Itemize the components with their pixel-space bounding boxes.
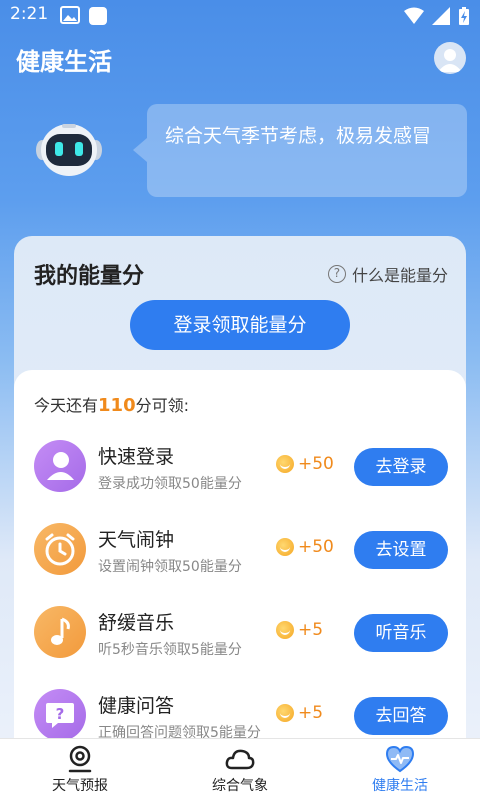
heart-pulse-icon bbox=[385, 745, 415, 773]
status-bar: 2:21 bbox=[0, 0, 480, 32]
status-notification-icons bbox=[60, 6, 108, 26]
remain-text: 今天还有110分可领: bbox=[34, 392, 189, 416]
energy-title: 我的能量分 bbox=[34, 264, 145, 289]
question-bubble-icon: ? bbox=[46, 703, 74, 728]
wifi-icon bbox=[404, 7, 424, 24]
energy-help-label: 什么是能量分 bbox=[351, 266, 448, 285]
remain-value: 110 bbox=[98, 395, 136, 416]
task-reward-value: +5 bbox=[298, 620, 324, 640]
nav-label: 综合气象 bbox=[212, 778, 268, 794]
cloud-icon bbox=[225, 749, 255, 770]
task-button-quiz[interactable]: 去回答 bbox=[354, 697, 448, 735]
task-button-music[interactable]: 听音乐 bbox=[354, 614, 448, 652]
image-icon bbox=[60, 6, 80, 24]
remain-suffix: 分可领: bbox=[135, 396, 189, 415]
task-item-login: 快速登录 登录成功领取50能量分 +50 去登录 bbox=[14, 440, 466, 512]
robot-mascot bbox=[34, 120, 104, 180]
task-icon-bg: ? bbox=[34, 689, 86, 741]
task-name: 天气闹钟 bbox=[98, 529, 175, 551]
bottom-nav: 天气预报 综合气象 健康生活 bbox=[0, 738, 480, 800]
coin-icon bbox=[276, 621, 294, 639]
battery-icon bbox=[459, 7, 469, 25]
header: 健康生活 bbox=[0, 38, 480, 82]
signal-icon bbox=[432, 7, 450, 25]
svg-text:?: ? bbox=[56, 705, 65, 723]
task-desc: 设置闹钟领取50能量分 bbox=[98, 559, 242, 575]
coin-icon bbox=[276, 704, 294, 722]
task-name: 快速登录 bbox=[98, 446, 175, 468]
task-reward-value: +50 bbox=[298, 454, 334, 474]
nav-item-healthy-life[interactable]: 健康生活 bbox=[320, 739, 480, 800]
task-icon-bg bbox=[34, 523, 86, 575]
task-desc: 登录成功领取50能量分 bbox=[98, 476, 242, 492]
nav-label: 天气预报 bbox=[52, 778, 108, 794]
task-reward-value: +5 bbox=[298, 703, 324, 723]
bubble-tail bbox=[133, 138, 147, 162]
status-time: 2:21 bbox=[10, 4, 49, 24]
login-claim-button[interactable]: 登录领取能量分 bbox=[130, 300, 350, 350]
task-button-alarm[interactable]: 去设置 bbox=[354, 531, 448, 569]
robot-icon bbox=[36, 124, 102, 176]
task-reward: +5 bbox=[276, 703, 323, 723]
task-reward: +50 bbox=[276, 454, 334, 474]
alarm-clock-icon bbox=[45, 533, 75, 566]
page-title: 健康生活 bbox=[16, 48, 112, 76]
assistant-bubble: 综合天气季节考虑，极易发感冒 bbox=[147, 104, 467, 197]
task-reward: +50 bbox=[276, 537, 334, 557]
status-system-icons bbox=[404, 6, 470, 26]
nav-item-comprehensive-weather[interactable]: 综合气象 bbox=[160, 739, 320, 800]
music-note-icon bbox=[51, 617, 70, 645]
task-icon-bg bbox=[34, 606, 86, 658]
nav-label: 健康生活 bbox=[372, 778, 428, 794]
task-name: 舒缓音乐 bbox=[98, 612, 175, 634]
task-icon-bg bbox=[34, 440, 86, 492]
location-pin-icon bbox=[68, 745, 92, 773]
avatar[interactable] bbox=[434, 42, 466, 74]
energy-card: 我的能量分 ? 什么是能量分 登录领取能量分 今天还有110分可领: 快速登录 … bbox=[14, 236, 466, 770]
question-circle-icon: ? bbox=[327, 265, 346, 283]
task-button-login[interactable]: 去登录 bbox=[354, 448, 448, 486]
coin-icon bbox=[276, 538, 294, 556]
remain-prefix: 今天还有 bbox=[34, 396, 99, 415]
user-avatar-icon bbox=[438, 49, 462, 72]
nav-item-weather-forecast[interactable]: 天气预报 bbox=[0, 739, 160, 800]
task-item-music: 舒缓音乐 听5秒音乐领取5能量分 +5 听音乐 bbox=[14, 606, 466, 678]
task-desc: 听5秒音乐领取5能量分 bbox=[98, 642, 242, 658]
task-reward: +5 bbox=[276, 620, 323, 640]
task-name: 健康问答 bbox=[98, 695, 175, 717]
coin-icon bbox=[276, 455, 294, 473]
app-icon bbox=[89, 7, 107, 25]
user-icon bbox=[47, 452, 74, 480]
task-reward-value: +50 bbox=[298, 537, 334, 557]
task-item-alarm: 天气闹钟 设置闹钟领取50能量分 +50 去设置 bbox=[14, 523, 466, 595]
energy-help-link[interactable]: ? 什么是能量分 bbox=[327, 262, 448, 286]
task-panel: 今天还有110分可领: 快速登录 登录成功领取50能量分 +50 去登录 天气闹… bbox=[14, 370, 466, 770]
